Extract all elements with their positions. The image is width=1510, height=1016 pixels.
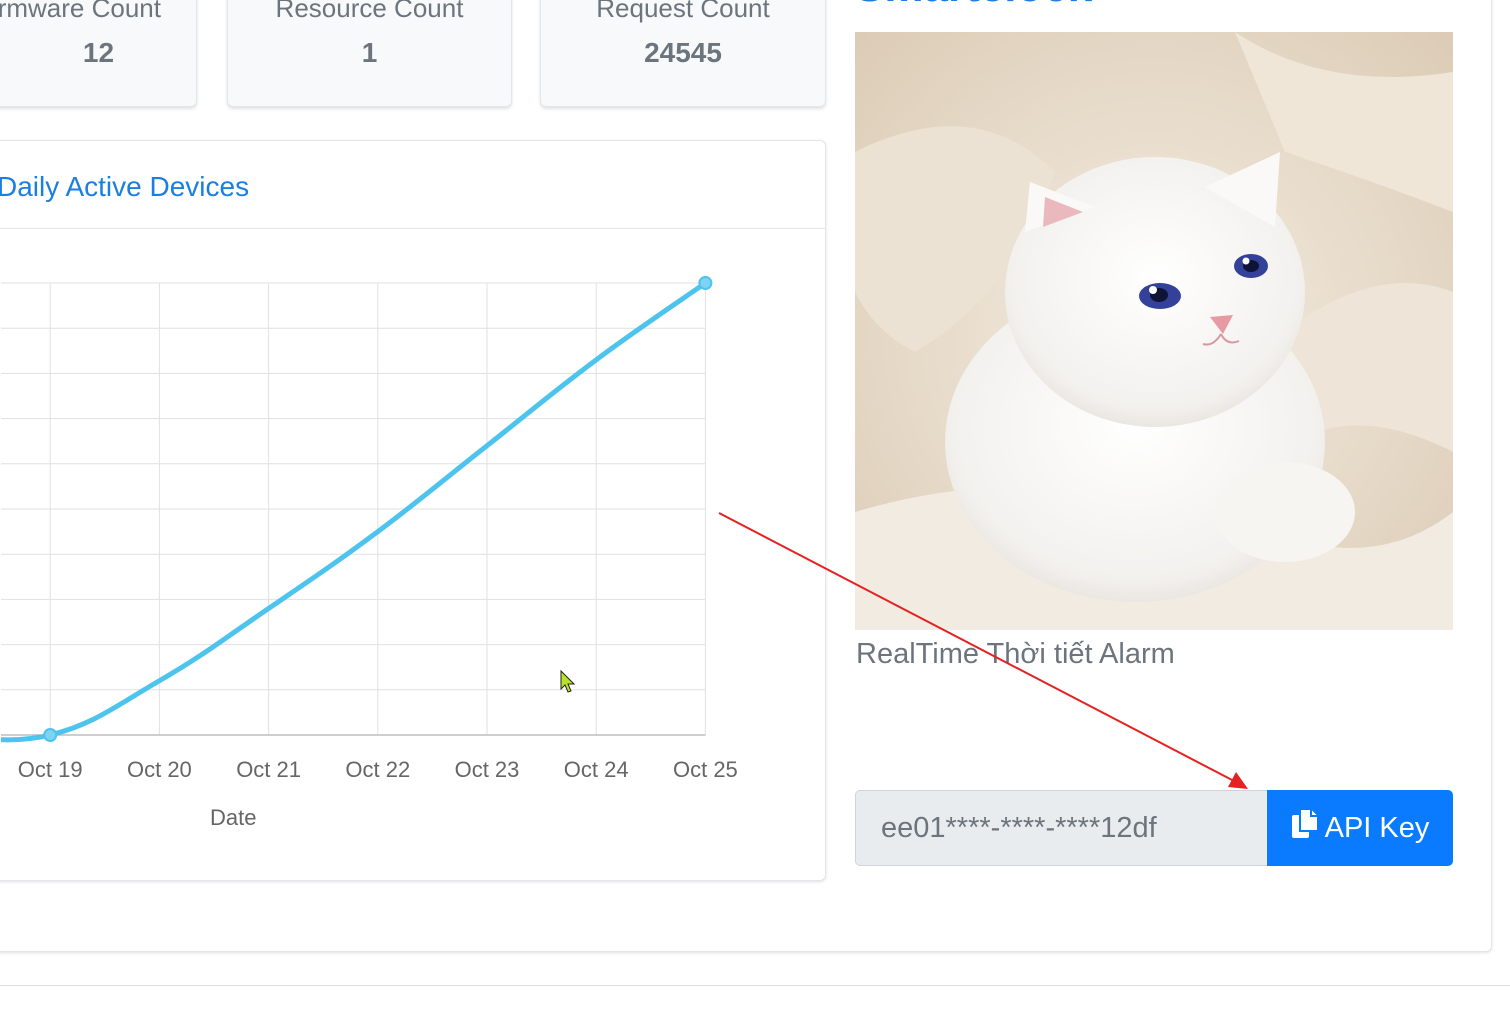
firmware-count-label: Firmware Count [0, 0, 161, 23]
api-key-group: API Key [855, 790, 1453, 866]
x-tick-label: Oct 21 [236, 757, 301, 782]
chart-header: Daily Active Devices [0, 141, 825, 229]
firmware-count-value: 12 [82, 37, 115, 68]
data-point [698, 276, 713, 290]
resource-count-label: Resource Count [275, 0, 464, 23]
request-count-card: Request Count 24545 [540, 0, 826, 107]
api-key-field[interactable] [855, 790, 1268, 866]
copy-api-key-button[interactable]: API Key [1267, 790, 1453, 866]
device-title: Smartclock [855, 0, 1092, 12]
request-count-label: Request Count [596, 0, 770, 23]
resource-count-card: Resource Count 1 [227, 0, 512, 107]
footer-divider [0, 985, 1510, 986]
firmware-count-card: Firmware Count 12 [0, 0, 197, 107]
x-axis-label: Date [210, 805, 256, 829]
resource-count-value: 1 [361, 37, 378, 68]
x-tick-label: Oct 24 [564, 757, 629, 782]
series-line [1, 280, 708, 743]
x-tick-label: Oct 25 [673, 757, 738, 782]
copy-icon [1291, 808, 1319, 848]
chart-title: Daily Active Devices [0, 171, 250, 202]
x-tick-label: Oct 20 [127, 757, 192, 782]
x-tick-label: Oct 19 [18, 757, 83, 782]
device-image [855, 32, 1453, 630]
x-tick-label: Oct 22 [345, 757, 410, 782]
device-description: RealTime Thời tiết Alarm [856, 638, 1175, 670]
daily-active-devices-card: Daily Active Devices Oct 18Oct 19Oct 20O… [0, 140, 826, 881]
x-tick-label: Oct 23 [455, 757, 520, 782]
data-point [43, 728, 58, 742]
request-count-value: 24545 [644, 37, 722, 68]
api-key-button-label: API Key [1324, 811, 1430, 844]
line-chart: Oct 18Oct 19Oct 20Oct 21Oct 22Oct 23Oct … [1, 276, 738, 829]
